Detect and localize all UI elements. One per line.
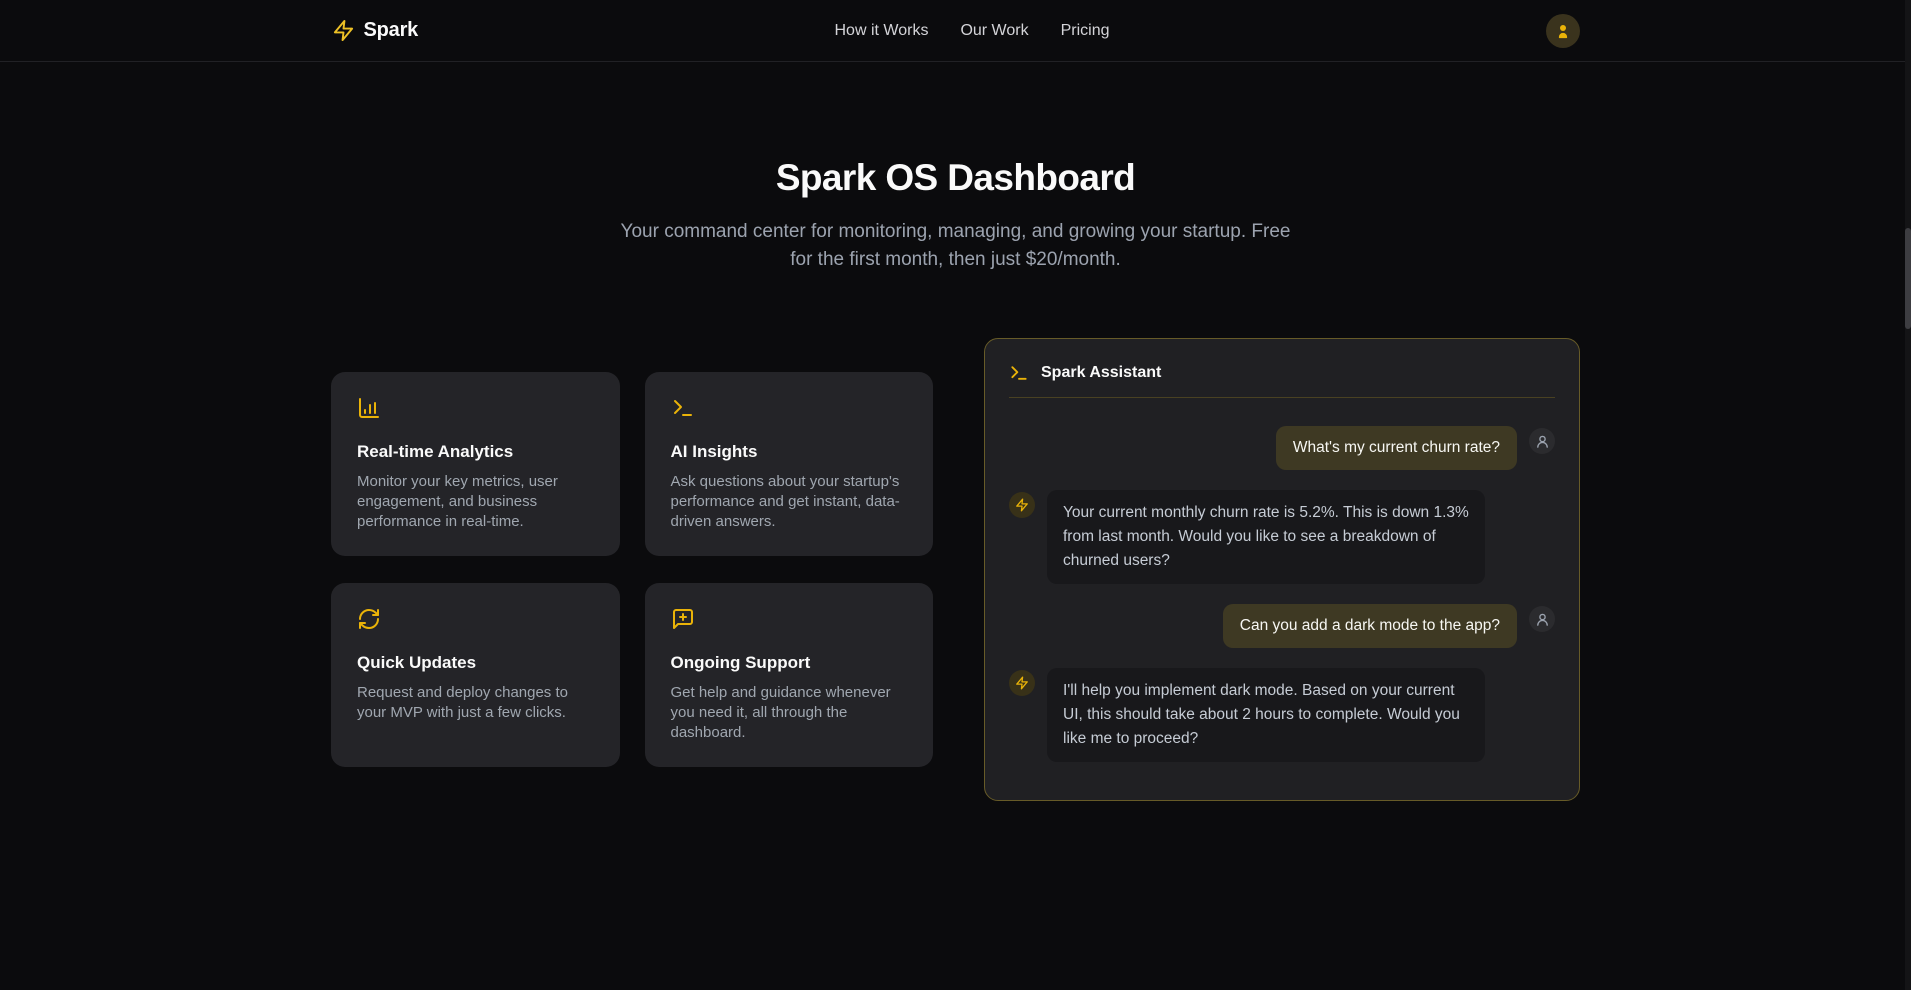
zap-icon <box>332 19 355 42</box>
chat-message-assistant: Your current monthly churn rate is 5.2%.… <box>1009 490 1555 584</box>
feature-description: Ask questions about your startup's perfo… <box>671 472 908 532</box>
assistant-panel-header: Spark Assistant <box>1009 363 1555 383</box>
scrollbar-track[interactable] <box>1905 0 1911 990</box>
terminal-icon <box>1009 363 1029 383</box>
user-icon <box>1554 22 1572 40</box>
zap-icon <box>1015 498 1029 512</box>
nav-links: How it Works Our Work Pricing <box>835 22 1110 40</box>
feature-title: Quick Updates <box>357 653 594 673</box>
feature-title: AI Insights <box>671 442 908 462</box>
refresh-cw-icon <box>357 607 381 631</box>
user-message-bubble: Can you add a dark mode to the app? <box>1223 604 1517 648</box>
zap-icon <box>1015 676 1029 690</box>
feature-description: Get help and guidance whenever you need … <box>671 683 908 743</box>
user-round-icon <box>1535 612 1550 627</box>
brand-logo[interactable]: Spark <box>332 19 419 42</box>
nav-item-our-work[interactable]: Our Work <box>960 22 1028 40</box>
chat-message-user: What's my current churn rate? <box>1009 426 1555 470</box>
assistant-message-bubble: I'll help you implement dark mode. Based… <box>1047 668 1485 762</box>
chart-column-icon <box>357 396 381 420</box>
brand-name: Spark <box>364 19 419 42</box>
nav-item-how-it-works[interactable]: How it Works <box>835 22 929 40</box>
terminal-icon <box>671 396 695 420</box>
feature-description: Request and deploy changes to your MVP w… <box>357 683 594 723</box>
hero-section: Spark OS Dashboard Your command center f… <box>0 62 1911 274</box>
feature-grid: Real-time Analytics Monitor your key met… <box>331 372 933 767</box>
scrollbar-thumb[interactable] <box>1905 228 1911 329</box>
user-round-icon <box>1535 434 1550 449</box>
feature-title: Ongoing Support <box>671 653 908 673</box>
feature-description: Monitor your key metrics, user engagemen… <box>357 472 594 532</box>
feature-card-ongoing-support: Ongoing Support Get help and guidance wh… <box>645 583 934 767</box>
page-subtitle: Your command center for monitoring, mana… <box>618 218 1294 274</box>
feature-card-ai-insights: AI Insights Ask questions about your sta… <box>645 372 934 556</box>
assistant-chat-avatar <box>1009 670 1035 696</box>
account-avatar-button[interactable] <box>1546 14 1580 48</box>
page-title: Spark OS Dashboard <box>0 156 1911 200</box>
feature-title: Real-time Analytics <box>357 442 594 462</box>
chat-messages: What's my current churn rate? Your curre… <box>1009 426 1555 762</box>
panel-divider <box>1009 397 1555 398</box>
chat-message-assistant: I'll help you implement dark mode. Based… <box>1009 668 1555 762</box>
assistant-message-bubble: Your current monthly churn rate is 5.2%.… <box>1047 490 1485 584</box>
feature-card-realtime-analytics: Real-time Analytics Monitor your key met… <box>331 372 620 556</box>
nav-container: Spark How it Works Our Work Pricing <box>332 14 1580 48</box>
user-message-bubble: What's my current churn rate? <box>1276 426 1517 470</box>
message-square-plus-icon <box>671 607 695 631</box>
nav-item-pricing[interactable]: Pricing <box>1061 22 1110 40</box>
spark-assistant-panel: Spark Assistant What's my current churn … <box>984 338 1580 801</box>
main-content: Real-time Analytics Monitor your key met… <box>331 338 1580 801</box>
assistant-chat-avatar <box>1009 492 1035 518</box>
user-chat-avatar <box>1529 606 1555 632</box>
user-chat-avatar <box>1529 428 1555 454</box>
chat-message-user: Can you add a dark mode to the app? <box>1009 604 1555 648</box>
feature-card-quick-updates: Quick Updates Request and deploy changes… <box>331 583 620 767</box>
assistant-panel-title: Spark Assistant <box>1041 364 1161 382</box>
top-nav: Spark How it Works Our Work Pricing <box>0 0 1911 62</box>
